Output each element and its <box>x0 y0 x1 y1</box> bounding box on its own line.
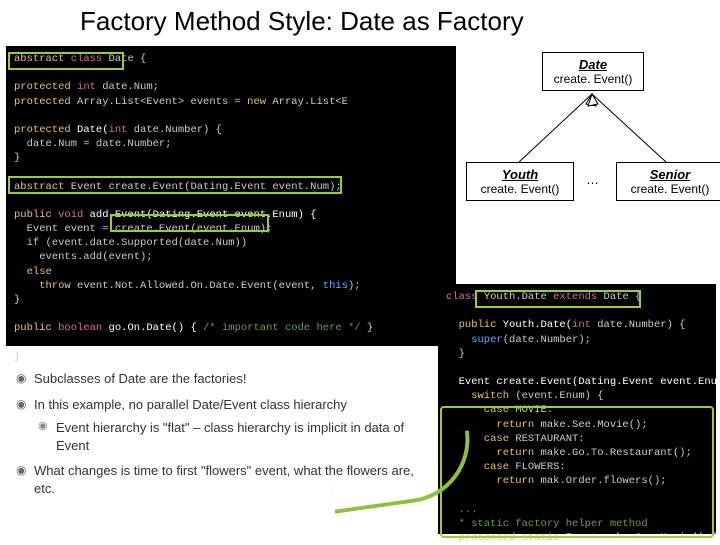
t: go.On.Date() { <box>102 322 203 334</box>
t: (event.Enum) { <box>509 390 604 402</box>
bullet-item: In this example, no parallel Date/Event … <box>16 396 436 414</box>
uml-ellipsis: … <box>586 172 599 187</box>
t: switch <box>446 390 509 402</box>
t: throw <box>14 280 71 292</box>
t: FLOWERS: <box>509 461 566 473</box>
t: class <box>64 53 102 65</box>
t: /* important code here */ <box>203 322 361 334</box>
uml-class-name: Date <box>543 57 643 72</box>
t: return <box>446 447 534 459</box>
t: super <box>446 334 503 346</box>
t: } <box>14 152 20 164</box>
t: Event create.Event(Dating.Event event.En… <box>446 376 720 388</box>
t: (event.date.Supported(date.Num)) <box>39 237 247 249</box>
t: int <box>71 81 96 93</box>
t: extends <box>553 291 597 303</box>
t: else <box>14 266 52 278</box>
slide-title: Factory Method Style: Date as Factory <box>80 6 524 37</box>
t: Date { <box>597 291 641 303</box>
t: class <box>446 291 478 303</box>
bullet-item: What changes is time to first "flowers" … <box>16 462 436 497</box>
t: make.See.Movie(); <box>534 419 647 431</box>
t: event.Not.Allowed.On.Date.Event(event, <box>71 280 323 292</box>
t: Event event = create.Event(event.Enum); <box>14 223 272 235</box>
t: events.add(event); <box>14 251 153 263</box>
t: * static factory helper method <box>446 518 648 530</box>
uml-class-youth: Youth create. Event() <box>466 162 574 201</box>
t: mak.Order.flowers(); <box>534 475 666 487</box>
t: ); <box>348 280 361 292</box>
t: case <box>446 461 509 473</box>
t: protected <box>446 532 515 544</box>
uml-method: create. Event() <box>543 72 643 86</box>
t: return <box>446 419 534 431</box>
t: abstract <box>14 181 64 193</box>
t: case <box>446 404 509 416</box>
t: Event make.See.Movie() { ret <box>566 532 720 544</box>
bullet-subitem: Event hierarchy is "flat" – class hierar… <box>38 419 436 454</box>
t: protected <box>14 124 71 136</box>
uml-class-name: Senior <box>617 167 720 182</box>
t: Event create.Event(Dating.Event event.Nu… <box>64 181 341 193</box>
uml-class-name: Youth <box>467 167 573 182</box>
t: } <box>361 322 374 334</box>
t: new <box>247 96 266 108</box>
t: } <box>14 351 20 363</box>
t: case <box>446 433 509 445</box>
t: if <box>14 237 39 249</box>
uml-diagram: Date create. Event() Youth create. Event… <box>466 52 714 212</box>
t: int <box>109 124 128 136</box>
t: public <box>14 209 52 221</box>
code-block-youthdate: class Youth.Date extends Date { public Y… <box>438 284 716 534</box>
code-block-date: abstract class Date { protected int date… <box>6 46 456 346</box>
t: ... <box>446 504 478 516</box>
t: int <box>572 319 591 331</box>
t: (date.Number); <box>503 334 591 346</box>
uml-class-date: Date create. Event() <box>542 52 644 91</box>
t: Date( <box>71 124 109 136</box>
t: this <box>323 280 348 292</box>
bullet-list: Subclasses of Date are the factories! In… <box>16 362 436 503</box>
t: } <box>14 294 20 306</box>
t: Youth.Date( <box>496 319 572 331</box>
t: Date { <box>102 53 146 65</box>
t: } <box>446 348 465 360</box>
t: void <box>52 209 84 221</box>
t: boolean <box>52 322 102 334</box>
t: protected <box>14 96 71 108</box>
t: public <box>446 319 496 331</box>
t: public <box>14 322 52 334</box>
t: date.Num; <box>96 81 159 93</box>
t: Array.List<Event> events = <box>71 96 247 108</box>
uml-class-senior: Senior create. Event() <box>616 162 720 201</box>
t: MOVIE: <box>509 404 553 416</box>
uml-method: create. Event() <box>617 182 720 196</box>
t: return <box>446 475 534 487</box>
t: date.Number) { <box>591 319 686 331</box>
t: RESTAURANT: <box>509 433 585 445</box>
t: date.Number) { <box>127 124 222 136</box>
t: abstract <box>14 53 64 65</box>
t: protected <box>14 81 71 93</box>
uml-method: create. Event() <box>467 182 573 196</box>
t: Array.List<E <box>266 96 348 108</box>
t: add.Event(Dating.Event event.Enum) { <box>83 209 316 221</box>
t: date.Num = date.Number; <box>14 138 172 150</box>
t: make.Go.To.Restaurant(); <box>534 447 692 459</box>
t: Youth.Date <box>478 291 554 303</box>
bullet-item: Subclasses of Date are the factories! <box>16 370 436 388</box>
t: static <box>515 532 565 544</box>
